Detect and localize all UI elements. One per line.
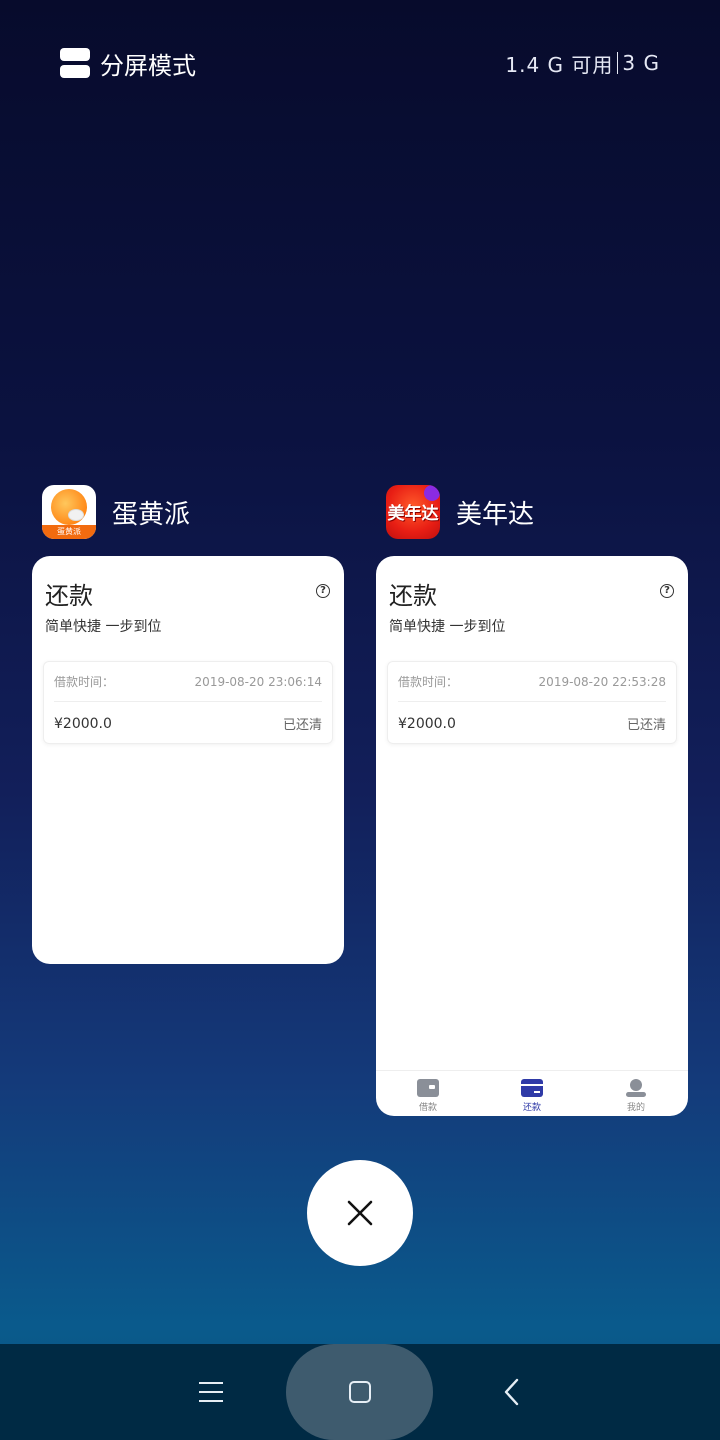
close-icon: [347, 1200, 373, 1226]
recents-topbar: 分屏模式 1.4 G 可用 3 G: [60, 40, 660, 86]
loan-record: 借款时间： 2019-08-20 23:06:14 ¥2000.0 已还清: [43, 661, 333, 744]
split-screen-label: 分屏模式: [100, 51, 196, 80]
menu-icon[interactable]: [199, 1382, 223, 1402]
tab-label: 借款: [418, 1103, 437, 1113]
back-icon[interactable]: [500, 1377, 524, 1407]
page-title: 还款: [389, 582, 437, 610]
status-badge: 已还清: [626, 718, 666, 733]
loan-time-label: 借款时间：: [398, 675, 459, 689]
app-card-danhuangpai[interactable]: 还款 ? 简单快捷 一步到位 借款时间： 2019-08-20 23:06:14…: [32, 556, 344, 964]
user-icon: [625, 1079, 647, 1097]
help-icon: ?: [316, 584, 330, 598]
loan-amount: ¥2000.0: [398, 715, 456, 732]
app-name: 美年达: [456, 499, 535, 530]
memory-available: 1.4 G 可用: [505, 52, 614, 77]
loan-time-value: 2019-08-20 23:06:14: [194, 674, 322, 689]
app-card-meinianda[interactable]: 还款 ? 简单快捷 一步到位 借款时间： 2019-08-20 22:53:28…: [376, 556, 688, 1116]
help-icon: ?: [660, 584, 674, 598]
memory-status: 1.4 G 可用 3 G: [505, 49, 660, 78]
page-subtitle: 简单快捷 一步到位: [389, 619, 506, 635]
tab-mine[interactable]: 我的: [584, 1071, 688, 1116]
tab-label: 还款: [522, 1103, 541, 1113]
loan-amount: ¥2000.0: [54, 715, 112, 732]
split-screen-icon: [60, 48, 90, 78]
home-button[interactable]: [286, 1344, 433, 1440]
bottom-tabbar: 借款 还款 我的: [376, 1070, 688, 1116]
loan-time-label: 借款时间：: [54, 675, 115, 689]
app-header-meinianda[interactable]: 美年达 美年达: [386, 485, 534, 539]
tab-repay[interactable]: 还款: [480, 1071, 584, 1116]
app-header-danhuangpai[interactable]: 蛋黄派 蛋黄派: [42, 485, 190, 539]
tab-borrow[interactable]: 借款: [376, 1071, 480, 1116]
app-name: 蛋黄派: [112, 499, 191, 530]
egg-yolk-sun-icon: 蛋黄派: [42, 485, 96, 539]
card-icon: [521, 1079, 543, 1097]
loan-record: 借款时间： 2019-08-20 22:53:28 ¥2000.0 已还清: [387, 661, 677, 744]
memory-divider: [617, 52, 619, 74]
status-badge: 已还清: [282, 718, 322, 733]
home-icon: [348, 1381, 371, 1403]
meinianda-logo-icon: 美年达: [386, 485, 440, 539]
tab-label: 我的: [626, 1103, 645, 1113]
split-screen-button[interactable]: 分屏模式: [60, 46, 196, 81]
page-subtitle: 简单快捷 一步到位: [45, 619, 162, 635]
clear-all-button[interactable]: [307, 1160, 413, 1266]
system-navbar: [0, 1344, 720, 1440]
page-title: 还款: [45, 582, 93, 610]
wallet-icon: [417, 1079, 439, 1097]
loan-time-value: 2019-08-20 22:53:28: [538, 674, 666, 689]
memory-total: 3 G: [622, 51, 660, 75]
